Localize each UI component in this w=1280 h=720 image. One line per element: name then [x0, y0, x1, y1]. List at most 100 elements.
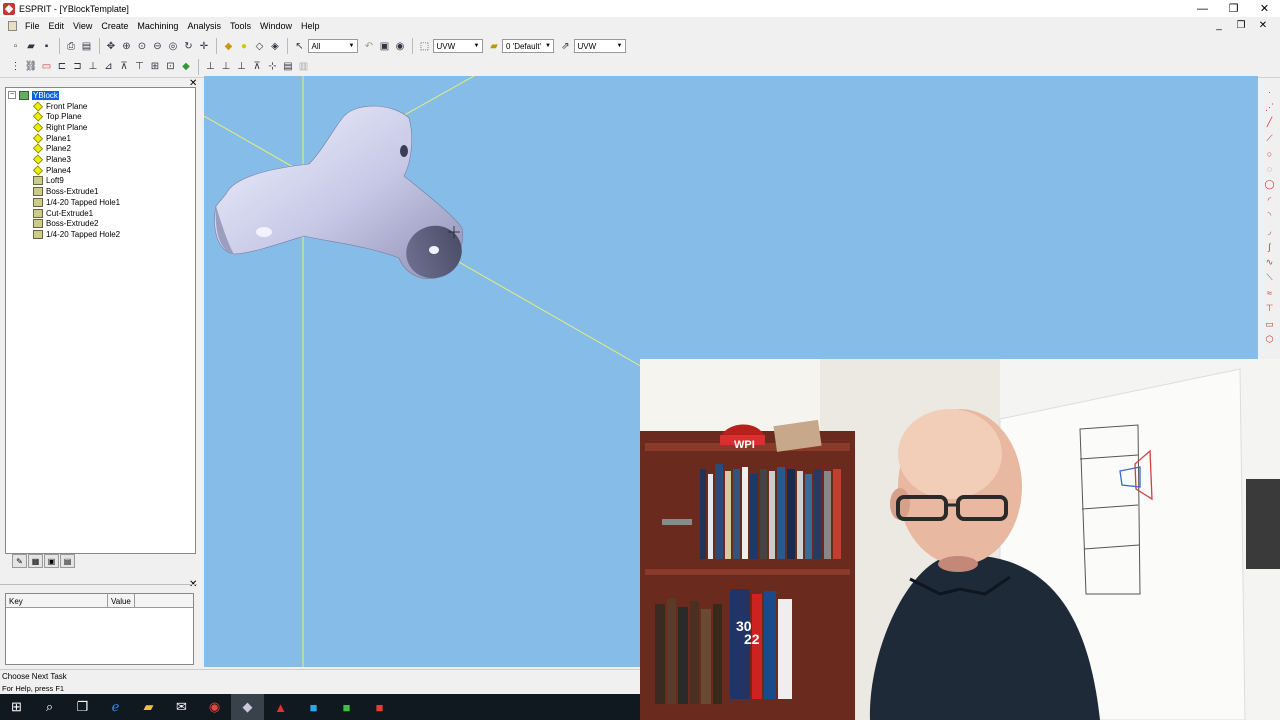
shaded-solid-icon[interactable]: ◆	[221, 39, 236, 54]
tree-item[interactable]: Front Plane	[32, 100, 87, 112]
arc-tangent-icon[interactable]: ◝	[1263, 208, 1277, 224]
layer-folder-icon[interactable]: ▰	[487, 39, 502, 54]
print-preview-icon[interactable]: ▤	[79, 39, 94, 54]
windows-start-icon[interactable]: ⊞	[0, 694, 33, 720]
tree-item[interactable]: Cut-Extrude1	[33, 208, 93, 218]
operations-tab-icon[interactable]: ▦	[28, 554, 43, 568]
milling-icon[interactable]: ⊼	[117, 59, 132, 74]
menu-create[interactable]: Create	[97, 21, 133, 31]
point-icon[interactable]: ·	[1263, 84, 1277, 100]
arc-icon[interactable]: ◜	[1263, 193, 1277, 209]
recorder-icon[interactable]: ■	[363, 694, 396, 720]
file-explorer-icon[interactable]: ▰	[132, 694, 165, 720]
camtasia-icon[interactable]: ■	[330, 694, 363, 720]
operation-icon[interactable]: ⊞	[148, 59, 163, 74]
stock-icon[interactable]: ▭	[39, 59, 54, 74]
menu-window[interactable]: Window	[256, 21, 297, 31]
pan-view-icon[interactable]: ✛	[197, 39, 212, 54]
feature-tree-icon[interactable]: ⋮	[8, 59, 23, 74]
tree-item[interactable]: Plane1	[32, 133, 71, 144]
tools-tab-icon[interactable]: ▣	[44, 554, 59, 568]
menu-help[interactable]: Help	[297, 21, 325, 31]
tool-setup-icon[interactable]: ⊥	[219, 59, 234, 74]
fillet-icon[interactable]: ⊤	[1263, 301, 1277, 317]
menu-view[interactable]: View	[69, 21, 97, 31]
document-icon[interactable]	[8, 20, 17, 31]
tool-holder-icon[interactable]: ▤	[281, 59, 296, 74]
layer-combo[interactable]: 0 'Default' ▼	[502, 39, 554, 53]
doc-close-icon[interactable]: ✕	[1252, 17, 1274, 34]
minimize-icon[interactable]: —	[1187, 0, 1218, 17]
tool-manager-icon[interactable]: ⊥	[203, 59, 218, 74]
features-tab-icon[interactable]: ✎	[12, 554, 27, 568]
hidden-line-icon[interactable]: ◈	[268, 39, 283, 54]
tool-list-icon[interactable]: ⊥	[234, 59, 249, 74]
value-column-header[interactable]: Value	[108, 594, 135, 607]
tree-item[interactable]: Plane4	[32, 165, 71, 176]
menu-edit[interactable]: Edit	[45, 21, 70, 31]
wireframe-icon[interactable]: ◇	[252, 39, 267, 54]
menu-analysis[interactable]: Analysis	[183, 21, 226, 31]
workplane-icon[interactable]: ⬚	[417, 39, 432, 54]
tree-item[interactable]: Plane3	[32, 154, 71, 165]
open-folder-icon[interactable]: ▰	[24, 39, 39, 54]
simulation-icon[interactable]: ⊡	[163, 59, 178, 74]
chain-icon[interactable]: ⛓	[24, 59, 39, 74]
menu-tools[interactable]: Tools	[226, 21, 256, 31]
mail-icon[interactable]: ✉	[165, 694, 198, 720]
doc-minimize-icon[interactable]: _	[1208, 17, 1230, 34]
close-icon[interactable]: ✕	[1249, 0, 1280, 17]
circle-tangent-icon[interactable]: ◌	[1263, 162, 1277, 178]
curve-icon[interactable]: ∫	[1263, 239, 1277, 255]
post-icon[interactable]: ◆	[179, 59, 194, 74]
point-multi-icon[interactable]: ⋰	[1263, 100, 1277, 116]
zoom-in-icon[interactable]: ⊙	[135, 39, 150, 54]
line-icon[interactable]: ╱	[1263, 115, 1277, 131]
tree-item[interactable]: Plane2	[32, 143, 71, 154]
polygon-icon[interactable]: ⬡	[1263, 332, 1277, 348]
tree-item[interactable]: Top Plane	[32, 111, 82, 122]
tree-collapse-icon[interactable]: −	[8, 91, 16, 99]
turning-icon[interactable]: ⊿	[101, 59, 116, 74]
tool-disabled-icon[interactable]: ▥	[296, 59, 311, 74]
pan-tool-icon[interactable]: ✥	[104, 39, 119, 54]
task-view-icon[interactable]: ❐	[66, 694, 99, 720]
tree-item[interactable]: 1/4-20 Tapped Hole2	[33, 229, 120, 239]
rotate-view-icon[interactable]: ↻	[181, 39, 196, 54]
selection-filter-combo[interactable]: All ▼	[307, 39, 358, 53]
acrobat-icon[interactable]: ▲	[264, 694, 297, 720]
print-icon[interactable]: ⎙	[64, 39, 79, 54]
workplane-combo[interactable]: UVW ▼	[432, 39, 483, 53]
zoom-window-icon[interactable]: ⊕	[119, 39, 134, 54]
esprit-taskbar-icon[interactable]: ◆	[231, 694, 264, 720]
arc-three-point-icon[interactable]: ◞	[1263, 224, 1277, 240]
line-segment-icon[interactable]: ⟋	[1263, 131, 1277, 147]
tool-icon[interactable]: ⊤	[132, 59, 147, 74]
circle-icon[interactable]: ○	[1263, 146, 1277, 162]
tool-edit-icon[interactable]: ⊹	[265, 59, 280, 74]
key-column-header[interactable]: Key	[6, 594, 108, 607]
skype-icon[interactable]: ■	[297, 694, 330, 720]
menu-machining[interactable]: Machining	[133, 21, 183, 31]
spline-icon[interactable]: ∿	[1263, 255, 1277, 271]
select-pointer-icon[interactable]: ↖	[292, 39, 307, 54]
restore-icon[interactable]: ❐	[1218, 0, 1249, 17]
tree-root[interactable]: YBlock	[19, 90, 59, 100]
drill-icon[interactable]: ⊥	[86, 59, 101, 74]
group-icon[interactable]: ▣	[377, 39, 392, 54]
setup-tab-icon[interactable]: ▤	[60, 554, 75, 568]
tree-item[interactable]: 1/4-20 Tapped Hole1	[33, 197, 120, 207]
rectangle-icon[interactable]: ▭	[1263, 317, 1277, 333]
extend-icon[interactable]: ≈	[1263, 286, 1277, 302]
tree-item[interactable]: Boss-Extrude2	[33, 219, 98, 229]
tree-item[interactable]: Right Plane	[32, 122, 87, 133]
tree-item[interactable]: Boss-Extrude1	[33, 187, 98, 197]
new-file-icon[interactable]: ▫	[8, 39, 23, 54]
search-icon[interactable]: ⌕	[33, 694, 66, 720]
view-orientation-icon[interactable]: ⇗	[558, 39, 573, 54]
menu-file[interactable]: File	[21, 21, 45, 31]
pocket-icon[interactable]: ⊏	[55, 59, 70, 74]
circle-three-point-icon[interactable]: ◯	[1263, 177, 1277, 193]
tree-item[interactable]: Loft9	[33, 176, 64, 186]
tool-library-icon[interactable]: ⊼	[250, 59, 265, 74]
